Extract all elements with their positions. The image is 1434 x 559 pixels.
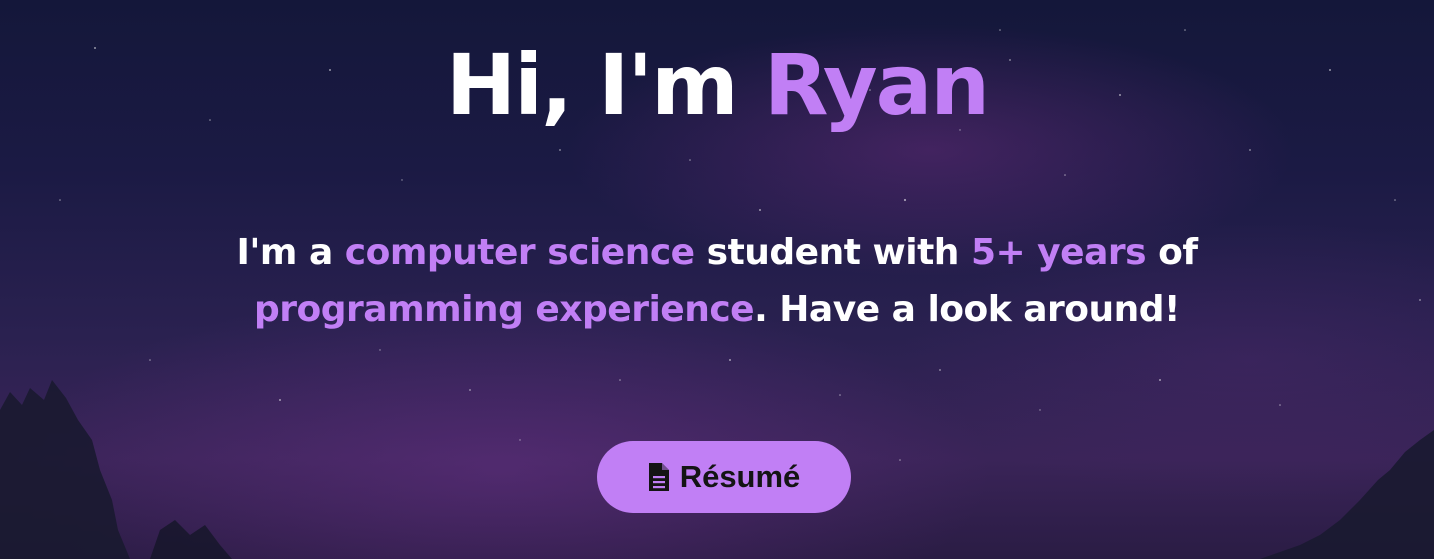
document-icon — [648, 462, 670, 492]
tagline-text: . Have a look around! — [754, 289, 1180, 330]
resume-button-label: Résumé — [679, 459, 801, 494]
tagline-text: I'm a — [236, 232, 345, 273]
tagline-text: of — [1146, 232, 1198, 273]
tagline: I'm a computer science student with 5+ y… — [100, 224, 1334, 338]
page-title: Hi, I'm Ryan — [0, 30, 1434, 140]
title-greeting: Hi, I'm — [445, 36, 764, 134]
tagline-highlight: programming experience — [254, 289, 755, 330]
hero-section: Hi, I'm Ryan I'm a computer science stud… — [0, 0, 1434, 559]
resume-button[interactable]: Résumé — [597, 441, 851, 513]
title-name: Ryan — [763, 36, 990, 134]
tagline-highlight: 5+ years — [970, 232, 1147, 273]
tagline-highlight: computer science — [344, 232, 695, 273]
tagline-text: student with — [694, 232, 971, 273]
